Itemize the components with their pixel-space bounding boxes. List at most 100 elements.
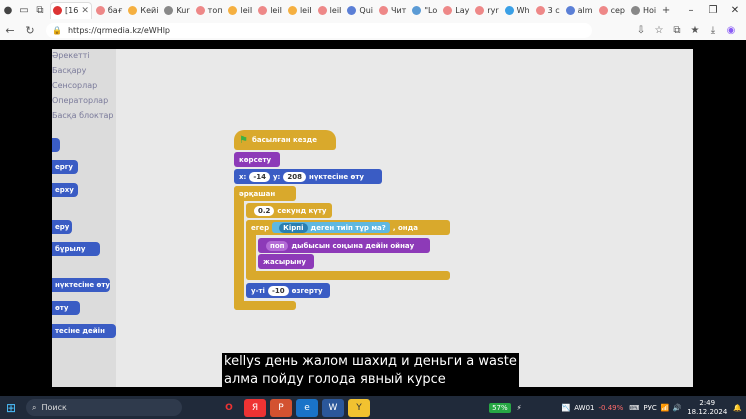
wait-value[interactable]: 0.2: [254, 205, 275, 216]
forever-block[interactable]: әрқашан: [234, 186, 296, 201]
change-y-block[interactable]: у-ті -10 өзгерту: [246, 283, 330, 298]
battery-indicator[interactable]: 57%: [489, 402, 511, 413]
wait-suffix: секунд күту: [277, 206, 327, 215]
when-flag-clicked-block[interactable]: ⚑ басылған кезде: [234, 130, 336, 150]
hide-label: жасырыну: [263, 257, 306, 266]
change-y-value[interactable]: -10: [267, 285, 289, 296]
caption-line: алма пойду голода явный курсе: [224, 372, 446, 387]
tab-label: Чит: [391, 5, 407, 15]
taskbar-search[interactable]: ⌕ Поиск: [26, 399, 182, 416]
clock[interactable]: 2:49 18.12.2024: [687, 399, 727, 417]
browser-tab[interactable]: Wh: [503, 2, 532, 18]
copilot-icon[interactable]: ◉: [722, 25, 740, 36]
hide-block[interactable]: жасырыну: [258, 254, 314, 269]
charging-icon: ⚡: [516, 403, 522, 412]
yandex-icon[interactable]: Я: [244, 398, 266, 417]
sidebar-toggle-icon[interactable]: ▭: [16, 2, 32, 18]
stock-chart-icon: 📉: [561, 403, 571, 412]
yandex-browser-icon[interactable]: Y: [348, 398, 370, 417]
browser-tab[interactable]: leiI: [316, 2, 344, 18]
tab-label: leiI: [329, 5, 342, 15]
browser-tab[interactable]: "Lo: [410, 2, 439, 18]
wifi-icon[interactable]: 📶: [661, 404, 670, 412]
browser-tab[interactable]: Кейі: [126, 2, 160, 18]
stock-name: AW01: [574, 403, 595, 412]
app-available-icon[interactable]: ⇩: [632, 25, 650, 36]
lock-icon[interactable]: 🔒: [52, 26, 62, 35]
browser-tab[interactable]: [16 ✕: [50, 1, 92, 19]
tab-favicon-icon: [195, 5, 205, 15]
goto-x-value[interactable]: -14: [249, 171, 270, 182]
favorites-icon[interactable]: ★: [686, 25, 704, 36]
tab-favicon-icon: [95, 5, 105, 15]
browser-tab[interactable]: топ: [194, 2, 225, 18]
taskbar: ⊞ ⌕ Поиск O Я P e W Y 57% ⚡ 📉 AW01 -0.49…: [0, 396, 746, 419]
profile-icon[interactable]: ●: [0, 2, 16, 18]
browser-tab[interactable]: 3 с: [534, 2, 562, 18]
browser-tab[interactable]: сер: [597, 2, 627, 18]
tray-icon[interactable]: ⌨: [629, 404, 639, 412]
close-window-icon[interactable]: ✕: [724, 5, 746, 16]
show-block[interactable]: көрсету: [234, 152, 280, 167]
tab-label: leiI: [240, 5, 253, 15]
palette-category: Басқару: [52, 66, 87, 75]
tab-label: топ: [207, 5, 223, 15]
downloads-icon[interactable]: ⤓: [704, 25, 722, 36]
favorite-star-icon[interactable]: ☆: [650, 25, 668, 36]
browser-tab[interactable]: leiI: [226, 2, 254, 18]
browser-tab[interactable]: leiI: [286, 2, 314, 18]
tab-favicon-icon: [317, 5, 327, 15]
browser-tab[interactable]: leiI: [256, 2, 284, 18]
if-block[interactable]: егер Кірпі деген тиіп тұр ма? , онда: [246, 220, 450, 235]
browser-tab[interactable]: ryr: [473, 2, 500, 18]
tab-actions-icon[interactable]: ⧉: [32, 2, 48, 18]
browser-tab[interactable]: Qui: [345, 2, 375, 18]
if-label: егер: [251, 223, 270, 232]
extensions-icon[interactable]: ⧉: [668, 25, 686, 36]
palette-block: нүктесіне өту: [52, 278, 110, 292]
wait-block[interactable]: 0.2 секунд күту: [246, 203, 332, 218]
language-indicator[interactable]: РУС: [643, 404, 656, 412]
powerpoint-icon[interactable]: P: [270, 398, 292, 417]
browser-tab[interactable]: Lay: [441, 2, 471, 18]
browser-tab[interactable]: Чит: [377, 2, 408, 18]
video-player[interactable]: Әрекетті Басқару Сенсорлар Операторлар Б…: [52, 49, 693, 387]
stock-widget[interactable]: 📉 AW01 -0.49%: [562, 404, 624, 412]
minimize-icon[interactable]: –: [680, 5, 702, 16]
goto-x-label: x:: [239, 172, 247, 181]
tab-favicon-icon: [565, 5, 575, 15]
touching-value[interactable]: Кірпі: [279, 222, 308, 233]
windows-start-icon[interactable]: ⊞: [0, 401, 22, 415]
goto-y-value[interactable]: 208: [283, 171, 306, 182]
word-icon[interactable]: W: [322, 398, 344, 417]
opera-icon[interactable]: O: [218, 399, 240, 417]
tab-label: 3 с: [547, 5, 560, 15]
video-caption: kellys день жалом шахид и деньги а waste…: [222, 353, 519, 387]
notifications-icon[interactable]: 🔔: [733, 404, 742, 412]
then-label: , онда: [392, 223, 418, 232]
volume-icon[interactable]: 🔊: [672, 404, 681, 412]
browser-tab[interactable]: alm: [564, 2, 595, 18]
browser-tab[interactable]: Ноі: [629, 2, 658, 18]
new-tab-icon[interactable]: +: [658, 2, 674, 18]
edge-icon[interactable]: e: [296, 398, 318, 417]
close-tab-icon[interactable]: ✕: [81, 6, 89, 16]
palette-category: Әрекетті: [52, 51, 90, 60]
goto-y-label: y:: [272, 172, 281, 181]
url-field[interactable]: 🔒 https://qrmedia.kz/eWHlp: [46, 22, 592, 38]
palette-block: ергу: [52, 160, 78, 174]
sound-value[interactable]: поп: [266, 240, 289, 251]
url-text: https://qrmedia.kz/eWHlp: [67, 25, 171, 35]
touching-condition[interactable]: Кірпі деген тиіп тұр ма?: [272, 222, 390, 233]
refresh-icon[interactable]: ↻: [20, 24, 40, 37]
back-icon[interactable]: ←: [0, 24, 20, 37]
tab-favicon-icon: [504, 5, 514, 15]
browser-tab[interactable]: бағ: [94, 2, 125, 18]
tab-label: Ноі: [642, 5, 657, 15]
goto-xy-block[interactable]: x: -14 y: 208 нүктесіне өту: [234, 169, 382, 184]
maximize-icon[interactable]: ❐: [702, 5, 724, 16]
block-palette: Әрекетті Басқару Сенсорлар Операторлар Б…: [52, 49, 116, 387]
play-sound-block[interactable]: поп дыбысын соңына дейін ойнау: [258, 238, 430, 253]
browser-tab[interactable]: Kur: [162, 2, 191, 18]
address-bar: ← ↻ 🔒 https://qrmedia.kz/eWHlp ⇩ ☆ ⧉ ★ ⤓…: [0, 20, 746, 40]
